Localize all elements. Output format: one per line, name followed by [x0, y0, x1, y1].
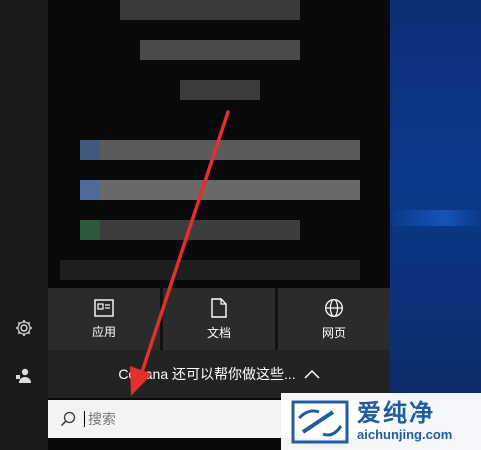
text-caret: [84, 411, 85, 427]
wallpaper-light-streak: [390, 210, 481, 226]
pixelated-block: [120, 0, 300, 20]
user-icon[interactable]: [12, 364, 36, 388]
apps-icon: [94, 298, 114, 317]
pixelated-block: [80, 180, 100, 200]
quick-tiles: 应用 文档 网页: [48, 288, 390, 350]
settings-icon[interactable]: [12, 316, 36, 340]
tile-documents[interactable]: 文档: [163, 288, 275, 350]
tile-documents-label: 文档: [206, 325, 231, 340]
search-input[interactable]: [86, 410, 290, 428]
obscured-content-panel: [48, 0, 390, 290]
watermark-brand: 爱纯净: [357, 400, 435, 427]
pixelated-block: [180, 80, 260, 100]
desktop-wallpaper: [390, 0, 481, 450]
pixelated-block: [80, 220, 100, 240]
pixelated-block: [140, 40, 300, 60]
pixelated-block: [80, 140, 100, 160]
chevron-up-icon: [304, 369, 320, 379]
pixelated-block: [80, 180, 360, 200]
cortana-suggestions-text: Cortana 还可以帮你做这些...: [118, 366, 296, 382]
search-icon: [60, 411, 76, 427]
pixelated-block: [80, 140, 360, 160]
pixelated-block: [80, 220, 300, 240]
tile-web[interactable]: 网页: [278, 288, 390, 350]
tile-apps-label: 应用: [91, 324, 116, 339]
document-icon: [211, 297, 227, 318]
tile-web-label: 网页: [321, 325, 346, 340]
globe-icon: [325, 298, 343, 317]
tile-apps[interactable]: 应用: [48, 288, 160, 350]
start-menu-rail: [0, 0, 48, 450]
watermark-logo: [291, 400, 349, 443]
cortana-suggestions-bar[interactable]: Cortana 还可以帮你做这些...: [48, 350, 390, 398]
watermark-badge: 爱纯净 aichunjing.com: [281, 393, 481, 450]
pixelated-block: [60, 260, 360, 280]
watermark-url: aichunjing.com: [357, 427, 453, 442]
